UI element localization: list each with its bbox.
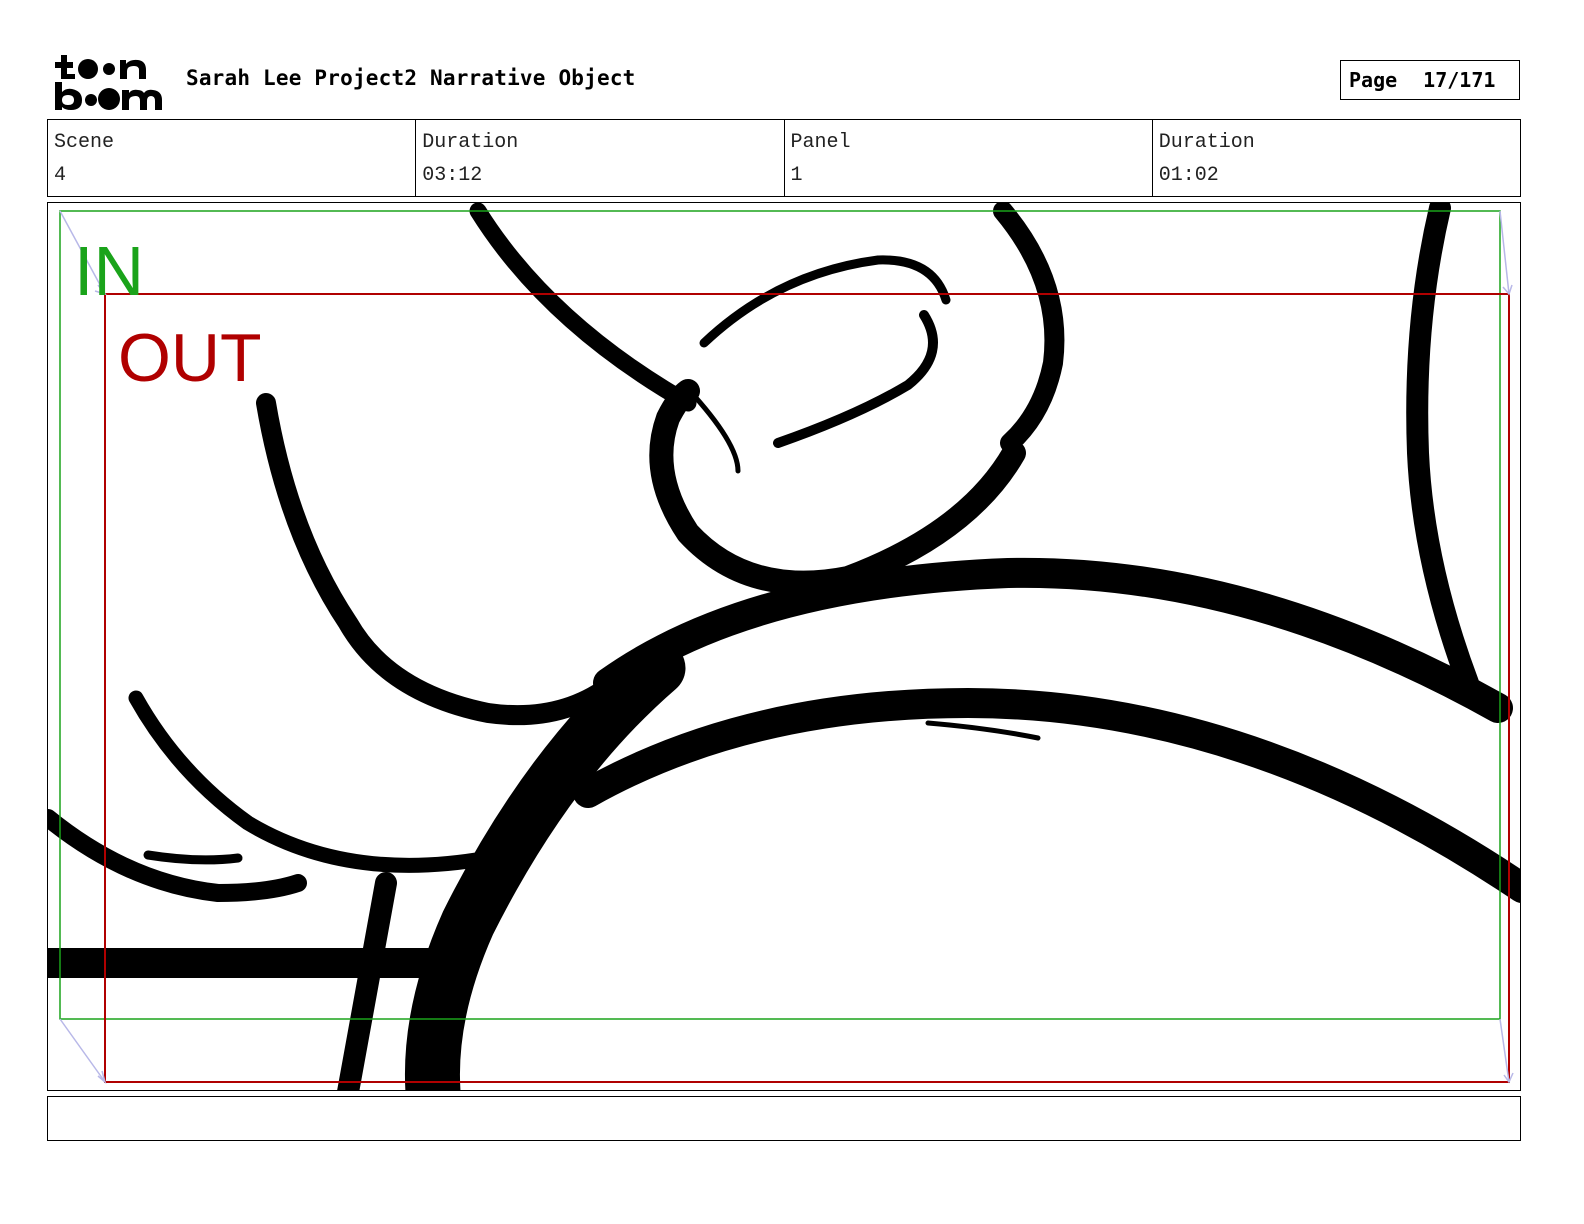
- page-number: 17/171: [1423, 68, 1496, 92]
- scene-cell: Scene 4: [48, 120, 417, 196]
- panel-label: Panel: [790, 131, 851, 154]
- in-label: IN: [74, 232, 144, 310]
- sketch-strokes: [48, 203, 1520, 1090]
- panel-info-table: Scene 4 Duration 03:12 Panel 1 Duration …: [47, 119, 1521, 197]
- panel-cell: Panel 1: [785, 120, 1153, 196]
- panel-value: 1: [790, 164, 803, 187]
- panel-duration-label: Duration: [1158, 131, 1255, 154]
- panel-drawing: IN OUT: [48, 203, 1520, 1090]
- scene-duration-label: Duration: [422, 131, 519, 154]
- page-label: Page: [1349, 68, 1398, 92]
- project-title: Sarah Lee Project2 Narrative Object: [186, 66, 636, 90]
- panel-duration-cell: Duration 01:02: [1153, 120, 1520, 196]
- page-indicator: Page 17/171: [1340, 60, 1520, 100]
- panel-caption-box[interactable]: [47, 1096, 1521, 1141]
- scene-label: Scene: [54, 131, 115, 154]
- scene-value: 4: [54, 164, 67, 187]
- scene-duration-value: 03:12: [422, 164, 483, 187]
- out-label: OUT: [118, 320, 262, 396]
- storyboard-panel: IN OUT: [47, 202, 1521, 1091]
- toon-boom-logo: [52, 52, 164, 112]
- panel-duration-value: 01:02: [1158, 164, 1219, 187]
- scene-duration-cell: Duration 03:12: [416, 120, 785, 196]
